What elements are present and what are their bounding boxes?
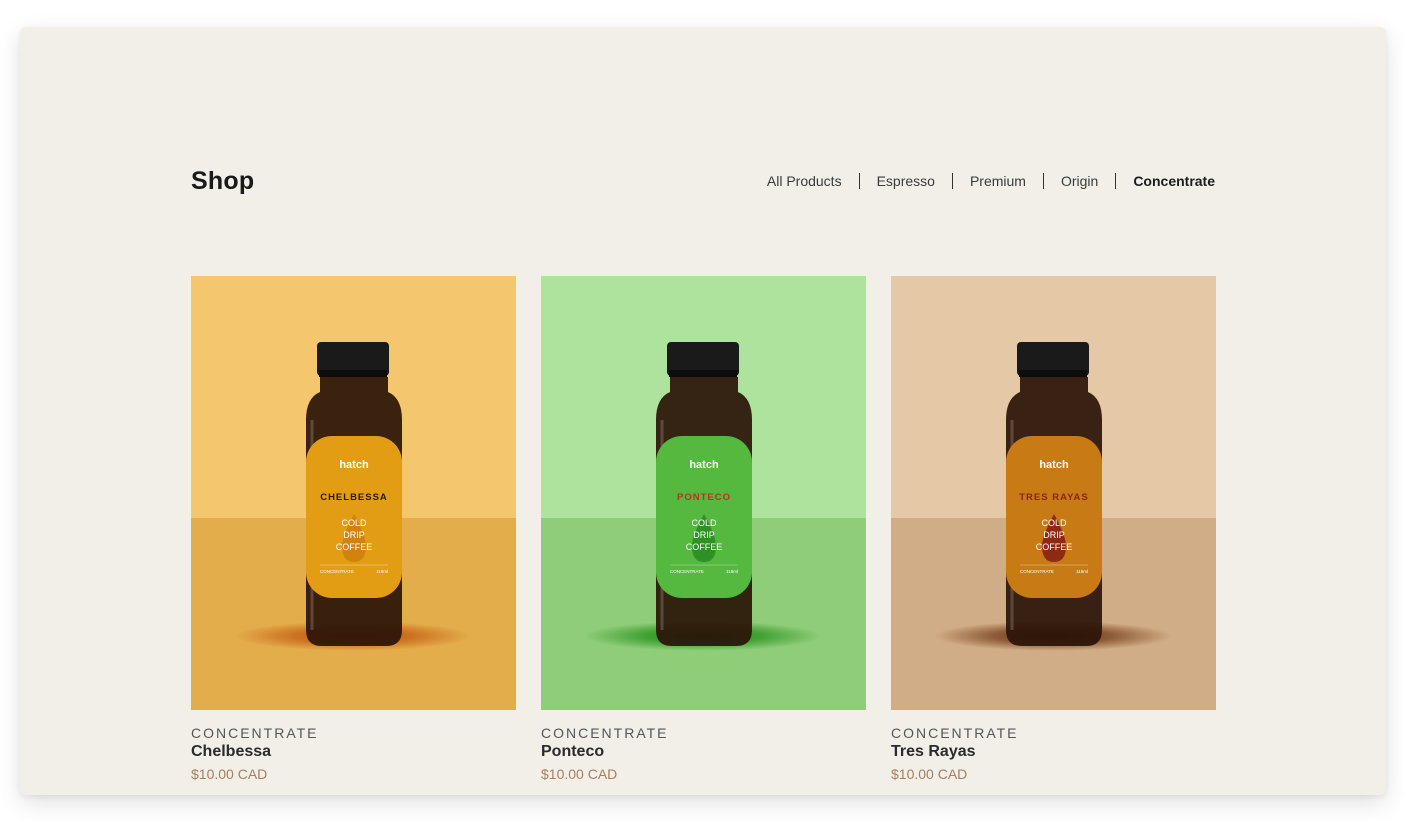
shop-page: Shop All Products Espresso Premium Origi… <box>20 27 1386 795</box>
filter-all-products[interactable]: All Products <box>767 173 842 189</box>
bottle-illustration: hatch CHELBESSA COLD DRIP COFFEE CONCENT… <box>306 342 402 646</box>
svg-text:118ml: 118ml <box>726 569 738 574</box>
svg-text:CHELBESSA: CHELBESSA <box>320 492 388 503</box>
svg-text:COLD: COLD <box>1041 518 1067 528</box>
svg-text:COLD: COLD <box>341 518 367 528</box>
product-image[interactable]: hatch TRES RAYAS COLD DRIP COFFEE CONCEN… <box>891 276 1216 710</box>
product-image[interactable]: hatch PONTECO COLD DRIP COFFEE CONCENTRA… <box>541 276 866 710</box>
product-category: CONCENTRATE <box>891 725 1019 741</box>
bottle-illustration: hatch TRES RAYAS COLD DRIP COFFEE CONCEN… <box>1006 342 1102 646</box>
bottle-illustration: hatch PONTECO COLD DRIP COFFEE CONCENTRA… <box>656 342 752 646</box>
svg-text:CONCENTRATE: CONCENTRATE <box>1020 569 1054 574</box>
svg-text:DRIP: DRIP <box>1043 530 1065 540</box>
svg-text:DRIP: DRIP <box>343 530 365 540</box>
product-name[interactable]: Ponteco <box>541 743 866 761</box>
svg-text:hatch: hatch <box>1039 459 1069 471</box>
page-title: Shop <box>191 167 255 195</box>
svg-text:COFFEE: COFFEE <box>686 542 723 552</box>
product-category: CONCENTRATE <box>541 725 669 741</box>
filter-divider <box>858 173 860 189</box>
svg-text:COFFEE: COFFEE <box>1036 542 1073 552</box>
filter-concentrate[interactable]: Concentrate <box>1133 173 1215 189</box>
svg-text:PONTECO: PONTECO <box>677 492 731 503</box>
product-price: $10.00 CAD <box>891 766 968 782</box>
filter-divider <box>1042 173 1044 189</box>
svg-text:COLD: COLD <box>691 518 717 528</box>
product-grid: hatch CHELBESSA COLD DRIP COFFEE CONCENT… <box>191 276 1216 782</box>
svg-text:TRES RAYAS: TRES RAYAS <box>1019 492 1089 503</box>
product-card[interactable]: hatch CHELBESSA COLD DRIP COFFEE CONCENT… <box>191 276 516 782</box>
filter-origin[interactable]: Origin <box>1061 173 1098 189</box>
product-name[interactable]: Tres Rayas <box>891 743 1216 761</box>
svg-text:DRIP: DRIP <box>693 530 715 540</box>
svg-text:COFFEE: COFFEE <box>336 542 373 552</box>
svg-text:CONCENTRATE: CONCENTRATE <box>670 569 704 574</box>
svg-text:hatch: hatch <box>339 459 369 471</box>
product-name[interactable]: Chelbessa <box>191 743 516 761</box>
svg-text:CONCENTRATE: CONCENTRATE <box>320 569 354 574</box>
product-card[interactable]: hatch PONTECO COLD DRIP COFFEE CONCENTRA… <box>541 276 866 782</box>
svg-text:118ml: 118ml <box>1076 569 1088 574</box>
svg-text:hatch: hatch <box>689 459 719 471</box>
product-category: CONCENTRATE <box>191 725 319 741</box>
category-filter-nav: All Products Espresso Premium Origin Con… <box>767 173 1215 189</box>
product-card[interactable]: hatch TRES RAYAS COLD DRIP COFFEE CONCEN… <box>891 276 1216 782</box>
product-price: $10.00 CAD <box>191 766 268 782</box>
filter-espresso[interactable]: Espresso <box>877 173 935 189</box>
filter-divider <box>1115 173 1117 189</box>
product-price: $10.00 CAD <box>541 766 618 782</box>
product-image[interactable]: hatch CHELBESSA COLD DRIP COFFEE CONCENT… <box>191 276 516 710</box>
filter-premium[interactable]: Premium <box>970 173 1026 189</box>
svg-text:118ml: 118ml <box>376 569 388 574</box>
filter-divider <box>951 173 953 189</box>
